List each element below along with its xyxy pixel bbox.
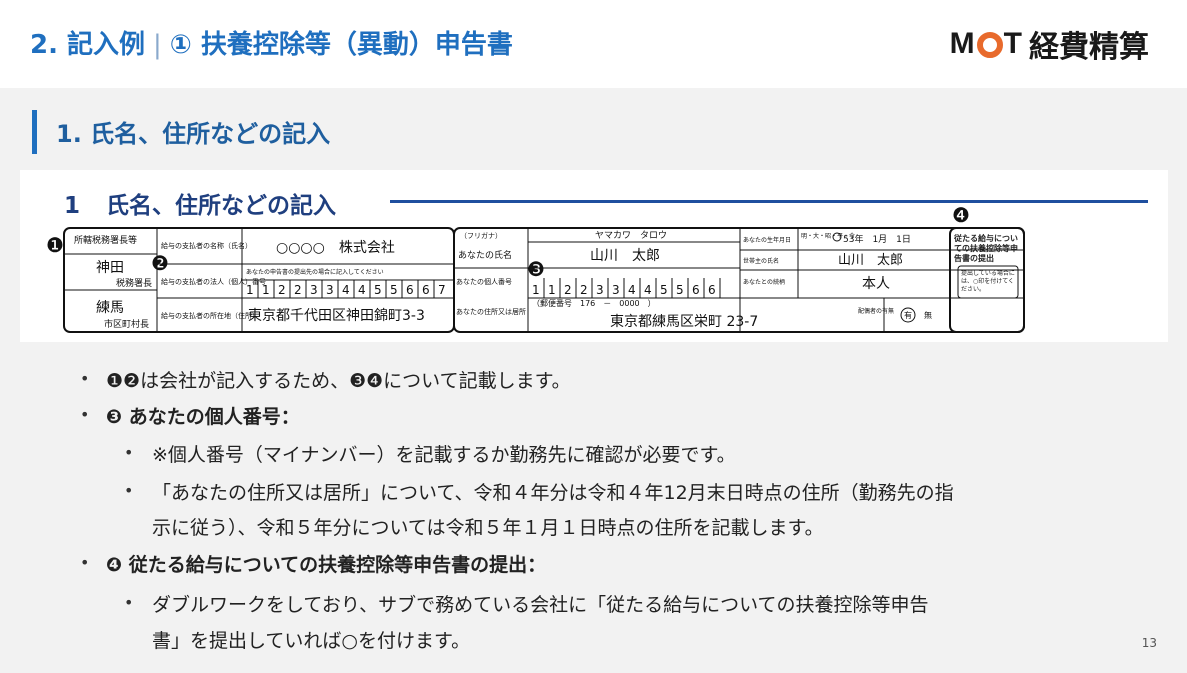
city-suffix: 市区町村長	[104, 318, 149, 330]
furigana-label: （フリガナ）	[460, 231, 502, 240]
sub-bullet-dot: •	[124, 481, 134, 500]
svg-text:6: 6	[406, 283, 414, 297]
svg-text:3: 3	[310, 283, 318, 297]
sub-bullet-dot: •	[124, 593, 134, 612]
householder-label: 世帯主の氏名	[743, 257, 779, 265]
bullet-dot: •	[80, 369, 90, 388]
payer-address-label: 給与の支払者の所在地（住所）	[161, 311, 259, 320]
marker-2: ❷	[151, 251, 169, 275]
mot-logo: M T 経費精算	[950, 22, 1149, 66]
your-address-label: あなたの住所又は居所	[456, 307, 526, 316]
tax-office-name: 神田	[96, 260, 124, 276]
section-heading: 1. 氏名、住所などの記入	[56, 120, 331, 148]
svg-text:3: 3	[612, 283, 620, 297]
svg-text:1: 1	[548, 283, 556, 297]
payer-address: 東京都千代田区神田錦町3-3	[248, 307, 425, 324]
svg-text:2: 2	[278, 283, 286, 297]
svg-text:5: 5	[676, 283, 684, 297]
payer-name-label: 給与の支払者の名称（氏名）	[161, 241, 252, 250]
bullet-dot: •	[80, 405, 90, 424]
spouse-no: 無	[924, 310, 932, 320]
section-accent-bar	[32, 110, 37, 154]
slide-header: 2. 記入例 | ① 扶養控除等（異動）申告書 M T 経費精算	[0, 0, 1187, 88]
your-name-label: あなたの氏名	[458, 249, 512, 261]
bullet-2-1: ※個人番号（マイナンバー）を記載するか勤務先に確認が必要です。	[152, 444, 736, 466]
bullet-2: ❸ あなたの個人番号：	[106, 406, 300, 428]
your-number-label: あなたの個人番号	[456, 277, 512, 286]
svg-text:6: 6	[422, 283, 430, 297]
city-name: 練馬	[96, 300, 124, 316]
svg-text:6: 6	[708, 283, 716, 297]
svg-text:6: 6	[692, 283, 700, 297]
svg-text:1: 1	[246, 283, 254, 297]
slide-title-main: ① 扶養控除等（異動）申告書	[169, 30, 513, 60]
svg-text:4: 4	[644, 283, 652, 297]
tax-office-label: 所轄税務署長等	[74, 234, 137, 246]
svg-text:7: 7	[438, 283, 446, 297]
secondary-note: 提出している場合には、○印を付けてください。	[961, 270, 1015, 293]
svg-text:4: 4	[358, 283, 366, 297]
slide-title: 2. 記入例 | ① 扶養控除等（異動）申告書	[30, 24, 513, 61]
bullet-3-1-line2: 書」を提出していれば○を付けます。	[152, 630, 471, 652]
sub-bullet-dot: •	[124, 443, 134, 462]
payer-number-note: あなたの申告書の提出先の場合に記入してください	[246, 268, 384, 276]
title-separator: |	[153, 30, 162, 60]
svg-text:5: 5	[660, 283, 668, 297]
furigana: ヤマカワ タロウ	[595, 230, 667, 241]
postal-label: （郵便番号 176 － 0000 ）	[532, 298, 656, 308]
svg-text:4: 4	[628, 283, 636, 297]
logo-letter-m: M	[949, 27, 976, 60]
form-excerpt: 1 氏名、住所などの記入 ❶ ❷ ❸ ❹ 所轄税務署長等 神田 税務署長 練馬 …	[20, 170, 1168, 342]
bullet-2-2-line2: 示に従う）、令和５年分については令和５年１月１日時点の住所を記載します。	[152, 517, 824, 539]
slide-title-prefix: 2. 記入例	[30, 30, 146, 60]
svg-text:2: 2	[294, 283, 302, 297]
payer-number-digits: 1 1 2 2 3 3 4 4 5 5 6 6 7	[246, 283, 446, 297]
page-number: 13	[1141, 636, 1157, 650]
svg-text:3: 3	[596, 283, 604, 297]
birthdate-label: あなたの生年月日	[743, 236, 791, 244]
spouse-yes: 有	[904, 310, 912, 320]
logo-ring-icon	[976, 32, 1003, 58]
svg-text:1: 1	[532, 283, 540, 297]
your-address: 東京都練馬区栄町 23-7	[610, 314, 758, 330]
birthdate-value: 53年 1月 1日	[843, 233, 911, 245]
householder: 山川 太郎	[838, 253, 903, 268]
bullet-1: ❶❷は会社が記入するため、❸❹について記載します。	[106, 370, 571, 392]
svg-text:5: 5	[374, 283, 382, 297]
marker-3: ❸	[527, 257, 545, 281]
svg-text:1: 1	[262, 283, 270, 297]
svg-text:2: 2	[580, 283, 588, 297]
bullet-2-2-line1: 「あなたの住所又は居所」について、令和４年分は令和４年12月末日時点の住所（勤務…	[152, 482, 954, 504]
relation: 本人	[862, 276, 890, 292]
relation-label: あなたとの続柄	[743, 278, 785, 286]
svg-text:2: 2	[564, 283, 572, 297]
tax-office-suffix: 税務署長	[116, 277, 152, 289]
logo-text: 経費精算	[1029, 30, 1149, 65]
payer-name: ○○○○ 株式会社	[276, 240, 395, 256]
bullet-3-1-line1: ダブルワークをしており、サブで務めている会社に「従たる給与についての扶養控除等申…	[152, 594, 929, 616]
svg-text:5: 5	[390, 283, 398, 297]
svg-text:4: 4	[342, 283, 350, 297]
bullet-dot: •	[80, 553, 90, 572]
marker-1: ❶	[46, 233, 64, 257]
logo-letter-t: T	[1003, 27, 1023, 60]
spouse-label: 配偶者の有無	[858, 307, 894, 315]
bullet-3: ❹ 従たる給与についての扶養控除等申告書の提出：	[106, 554, 547, 576]
secondary-title: 従たる給与についての扶養控除等申告書の提出	[954, 234, 1018, 263]
svg-text:3: 3	[326, 283, 334, 297]
your-name: 山川 太郎	[590, 248, 660, 264]
marker-4: ❹	[952, 203, 970, 227]
